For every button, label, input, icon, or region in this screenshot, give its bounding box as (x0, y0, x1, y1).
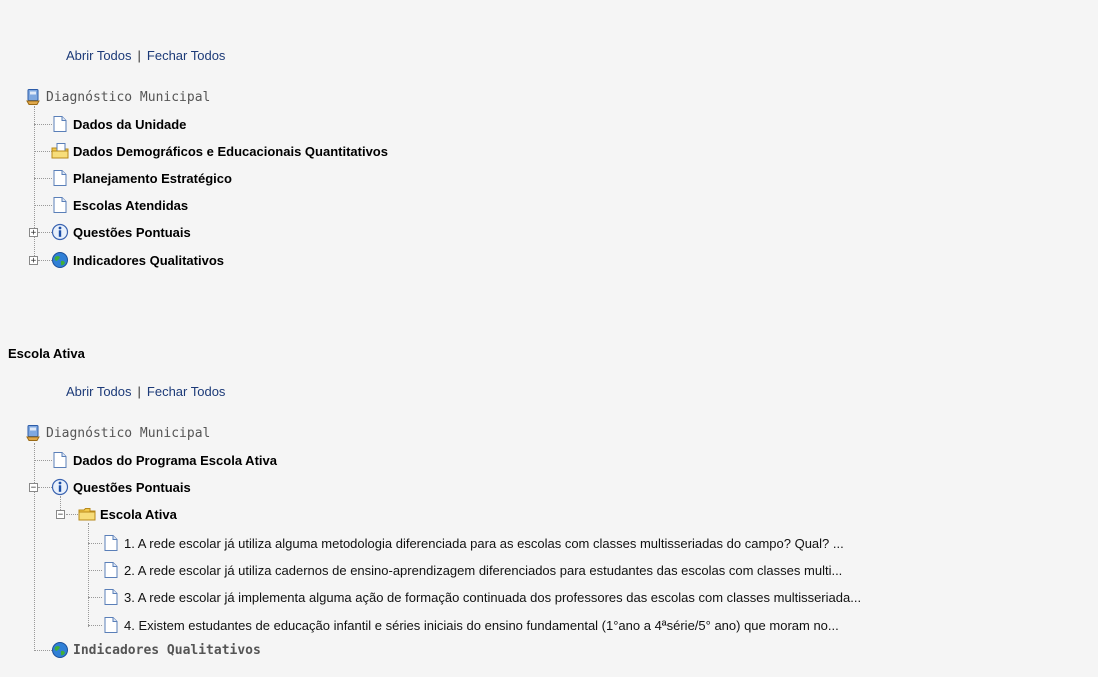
tree2-connector-vertical (88, 523, 89, 627)
tree2-question-4[interactable]: 4. Existem estudantes de educação infant… (102, 616, 839, 634)
tree2-question-3[interactable]: 3. A rede escolar já implementa alguma a… (102, 588, 861, 606)
page-icon (51, 196, 69, 214)
tree1-item-dados-demograficos[interactable]: Dados Demográficos e Educacionais Quanti… (51, 142, 388, 160)
folder-document-icon (51, 142, 69, 160)
tree1-connector (38, 260, 52, 261)
tree1-item-questoes[interactable]: Questões Pontuais (51, 223, 191, 241)
tree2-question-label[interactable]: 4. Existem estudantes de educação infant… (124, 618, 839, 633)
tree2-connector (34, 460, 52, 461)
tree2-question-2[interactable]: 2. A rede escolar já utiliza cadernos de… (102, 561, 842, 579)
tree1-toolbar: Abrir Todos | Fechar Todos (66, 48, 225, 63)
info-icon (51, 478, 69, 496)
tree2-item-label[interactable]: Questões Pontuais (73, 480, 191, 495)
open-folder-icon (78, 505, 96, 523)
tree2-connector (88, 597, 102, 598)
tree2-collapse-toggle-escola-ativa[interactable]: − (56, 510, 65, 519)
tree2-root[interactable]: Diagnóstico Municipal (24, 424, 210, 442)
tree1-item-label[interactable]: Planejamento Estratégico (73, 171, 232, 186)
tree2-connector (66, 514, 78, 515)
computer-icon (24, 88, 42, 106)
tree2-connector (88, 570, 102, 571)
tree1-item-label[interactable]: Dados Demográficos e Educacionais Quanti… (73, 144, 388, 159)
page-icon (102, 561, 120, 579)
tree2-question-1[interactable]: 1. A rede escolar já utiliza alguma meto… (102, 534, 844, 552)
globe-icon (51, 641, 69, 659)
tree1-connector (34, 178, 52, 179)
page-icon (102, 588, 120, 606)
tree1-item-label[interactable]: Escolas Atendidas (73, 198, 188, 213)
page-icon (51, 115, 69, 133)
tree2-close-all-link[interactable]: Fechar Todos (147, 384, 226, 399)
tree1-connector (34, 124, 52, 125)
tree2-collapse-toggle-questoes[interactable]: − (29, 483, 38, 492)
tree1-item-dados-unidade[interactable]: Dados da Unidade (51, 115, 186, 133)
tree2-item-label[interactable]: Dados do Programa Escola Ativa (73, 453, 277, 468)
tree1-expand-toggle-questoes[interactable]: + (29, 228, 38, 237)
tree2-connector-vertical (34, 443, 35, 649)
tree1-item-label[interactable]: Dados da Unidade (73, 117, 186, 132)
tree1-toolbar-separator: | (137, 48, 141, 63)
tree2-item-dados-programa[interactable]: Dados do Programa Escola Ativa (51, 451, 277, 469)
tree1-expand-toggle-indicadores[interactable]: + (29, 256, 38, 265)
page-icon (102, 616, 120, 634)
tree1-item-label[interactable]: Questões Pontuais (73, 225, 191, 240)
globe-icon (51, 251, 69, 269)
tree1-item-escolas-atendidas[interactable]: Escolas Atendidas (51, 196, 188, 214)
tree1-connector (34, 151, 52, 152)
tree2-connector (38, 487, 52, 488)
tree2-question-label[interactable]: 2. A rede escolar já utiliza cadernos de… (124, 563, 842, 578)
tree1-connector (38, 232, 52, 233)
tree2-connector (34, 650, 52, 651)
tree2-toolbar-separator: | (137, 384, 141, 399)
computer-icon (24, 424, 42, 442)
tree2-open-all-link[interactable]: Abrir Todos (66, 384, 132, 399)
page-icon (51, 169, 69, 187)
tree1-close-all-link[interactable]: Fechar Todos (147, 48, 226, 63)
tree1-item-planejamento[interactable]: Planejamento Estratégico (51, 169, 232, 187)
tree2-connector (88, 625, 102, 626)
tree2-question-label[interactable]: 3. A rede escolar já implementa alguma a… (124, 590, 861, 605)
tree2-folder-escola-ativa[interactable]: Escola Ativa (78, 505, 177, 523)
page-icon (102, 534, 120, 552)
info-icon (51, 223, 69, 241)
tree1-connector (34, 205, 52, 206)
tree1-item-label[interactable]: Indicadores Qualitativos (73, 253, 224, 268)
tree2-item-label[interactable]: Indicadores Qualitativos (73, 643, 261, 658)
tree2-root-label[interactable]: Diagnóstico Municipal (46, 426, 210, 441)
tree2-connector (88, 543, 102, 544)
tree1-root-label[interactable]: Diagnóstico Municipal (46, 90, 210, 105)
tree2-item-questoes[interactable]: Questões Pontuais (51, 478, 191, 496)
tree2-item-indicadores[interactable]: Indicadores Qualitativos (51, 641, 261, 659)
tree2-toolbar: Abrir Todos | Fechar Todos (66, 384, 225, 399)
section-title: Escola Ativa (8, 346, 85, 361)
tree1-item-indicadores[interactable]: Indicadores Qualitativos (51, 251, 224, 269)
page-icon (51, 451, 69, 469)
tree1-open-all-link[interactable]: Abrir Todos (66, 48, 132, 63)
tree2-question-label[interactable]: 1. A rede escolar já utiliza alguma meto… (124, 536, 844, 551)
tree2-folder-label[interactable]: Escola Ativa (100, 507, 177, 522)
tree1-root[interactable]: Diagnóstico Municipal (24, 88, 210, 106)
